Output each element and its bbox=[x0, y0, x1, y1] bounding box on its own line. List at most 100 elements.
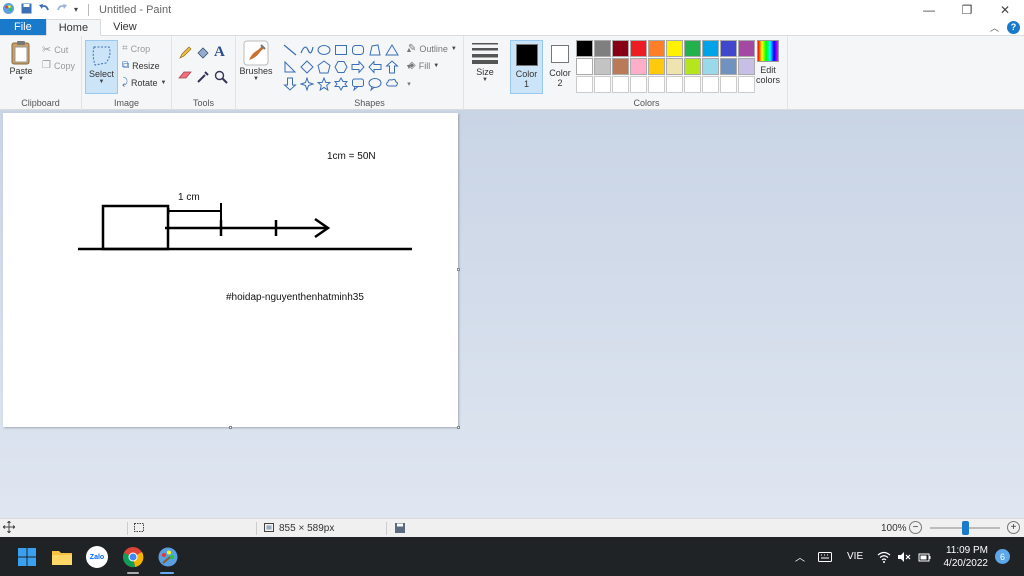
crop-button[interactable]: ⌗ Crop bbox=[122, 43, 150, 54]
palette-swatch[interactable] bbox=[594, 76, 611, 93]
palette-swatch[interactable] bbox=[666, 40, 683, 57]
zoom-out-button[interactable]: − bbox=[909, 521, 922, 534]
minimize-button[interactable]: — bbox=[910, 0, 948, 19]
color2-button[interactable]: Color 2 bbox=[546, 40, 574, 94]
redo-icon[interactable] bbox=[56, 3, 68, 17]
pencil-icon[interactable] bbox=[178, 46, 192, 60]
save-icon[interactable] bbox=[21, 3, 32, 17]
keyboard-icon[interactable] bbox=[818, 537, 832, 576]
help-icon[interactable]: ? bbox=[1007, 20, 1020, 34]
cloud-callout-shape-icon[interactable] bbox=[384, 76, 400, 92]
palette-swatch[interactable] bbox=[720, 76, 737, 93]
show-hidden-icons-chevron-icon[interactable]: ︿ bbox=[795, 537, 805, 576]
palette-swatch[interactable] bbox=[576, 76, 593, 93]
resize-handle-bottom[interactable] bbox=[229, 426, 232, 429]
battery-icon[interactable] bbox=[917, 537, 931, 576]
tab-file[interactable]: File bbox=[0, 19, 46, 35]
right-triangle-shape-icon[interactable] bbox=[282, 59, 298, 75]
palette-swatch[interactable] bbox=[684, 76, 701, 93]
palette-swatch[interactable] bbox=[612, 40, 629, 57]
palette-swatch[interactable] bbox=[630, 40, 647, 57]
palette-swatch[interactable] bbox=[648, 40, 665, 57]
left-arrow-shape-icon[interactable] bbox=[367, 59, 383, 75]
color1-button[interactable]: Color 1 bbox=[510, 40, 543, 94]
collapse-ribbon-chevron-icon[interactable]: ︿ bbox=[990, 21, 999, 34]
brushes-button[interactable]: Brushes ▼ bbox=[239, 40, 273, 82]
triangle-shape-icon[interactable] bbox=[384, 42, 400, 58]
polygon-shape-icon[interactable] bbox=[367, 42, 383, 58]
restore-button[interactable]: ❐ bbox=[948, 0, 986, 19]
resize-handle-right[interactable] bbox=[457, 268, 460, 271]
hexagon-shape-icon[interactable] bbox=[333, 59, 349, 75]
shapes-more-icon[interactable]: ▾ bbox=[401, 76, 417, 92]
paint-taskbar-icon[interactable] bbox=[155, 544, 181, 570]
rounded-rectangle-shape-icon[interactable] bbox=[350, 42, 366, 58]
palette-swatch[interactable] bbox=[648, 58, 665, 75]
oval-shape-icon[interactable] bbox=[316, 42, 332, 58]
diamond-shape-icon[interactable] bbox=[299, 59, 315, 75]
palette-swatch[interactable] bbox=[648, 76, 665, 93]
notifications-button[interactable]: 6 bbox=[995, 537, 1010, 576]
palette-swatch[interactable] bbox=[702, 58, 719, 75]
tab-view[interactable]: View bbox=[101, 19, 149, 35]
resize-handle-corner[interactable] bbox=[457, 426, 460, 429]
palette-swatch[interactable] bbox=[738, 76, 755, 93]
eraser-icon[interactable] bbox=[178, 70, 192, 82]
zoom-in-button[interactable]: + bbox=[1007, 521, 1020, 534]
fill-bucket-icon[interactable] bbox=[196, 46, 210, 60]
palette-swatch[interactable] bbox=[594, 40, 611, 57]
volume-muted-icon[interactable] bbox=[897, 537, 911, 576]
oval-callout-shape-icon[interactable] bbox=[367, 76, 383, 92]
customize-toolbar-chevron-icon[interactable]: ▾ bbox=[74, 5, 78, 14]
palette-swatch[interactable] bbox=[720, 40, 737, 57]
paint-app-icon[interactable] bbox=[2, 2, 15, 18]
up-arrow-shape-icon[interactable] bbox=[384, 59, 400, 75]
zalo-icon[interactable]: Zalo bbox=[84, 544, 110, 570]
color-picker-icon[interactable] bbox=[196, 70, 210, 84]
palette-swatch[interactable] bbox=[576, 40, 593, 57]
down-arrow-shape-icon[interactable] bbox=[282, 76, 298, 92]
palette-swatch[interactable] bbox=[594, 58, 611, 75]
rounded-callout-shape-icon[interactable] bbox=[350, 76, 366, 92]
palette-swatch[interactable] bbox=[702, 76, 719, 93]
palette-swatch[interactable] bbox=[684, 40, 701, 57]
resize-button[interactable]: ⧉ Resize bbox=[122, 60, 160, 71]
scroll-down-icon[interactable]: ▼ bbox=[401, 59, 417, 75]
palette-swatch[interactable] bbox=[666, 76, 683, 93]
palette-swatch[interactable] bbox=[738, 40, 755, 57]
palette-swatch[interactable] bbox=[630, 58, 647, 75]
select-button[interactable]: Select ▼ bbox=[85, 40, 118, 94]
scroll-up-icon[interactable]: ▲ bbox=[401, 42, 417, 58]
rectangle-shape-icon[interactable] bbox=[333, 42, 349, 58]
palette-swatch[interactable] bbox=[612, 58, 629, 75]
text-tool-icon[interactable]: A bbox=[214, 44, 225, 61]
pentagon-shape-icon[interactable] bbox=[316, 59, 332, 75]
palette-swatch[interactable] bbox=[576, 58, 593, 75]
tab-home[interactable]: Home bbox=[45, 19, 102, 36]
drawing-canvas[interactable]: 1cm = 50N 1 cm #hoidap-nguyenthenhatminh… bbox=[3, 113, 458, 427]
curve-shape-icon[interactable] bbox=[299, 42, 315, 58]
line-shape-icon[interactable] bbox=[282, 42, 298, 58]
file-explorer-icon[interactable] bbox=[49, 544, 75, 570]
zoom-slider-thumb[interactable] bbox=[962, 521, 969, 535]
copy-button[interactable]: ❐ Copy bbox=[42, 60, 75, 71]
paste-button[interactable]: Paste ▼ bbox=[6, 40, 36, 82]
palette-swatch[interactable] bbox=[630, 76, 647, 93]
palette-swatch[interactable] bbox=[702, 40, 719, 57]
palette-swatch[interactable] bbox=[666, 58, 683, 75]
size-button[interactable]: Size ▼ bbox=[468, 42, 502, 83]
windows-start-icon[interactable] bbox=[14, 544, 40, 570]
palette-swatch[interactable] bbox=[684, 58, 701, 75]
right-arrow-shape-icon[interactable] bbox=[350, 59, 366, 75]
palette-swatch[interactable] bbox=[738, 58, 755, 75]
six-point-star-shape-icon[interactable] bbox=[333, 76, 349, 92]
rotate-button[interactable]: ⤸ Rotate ▼ bbox=[122, 77, 166, 88]
close-button[interactable]: ✕ bbox=[986, 0, 1024, 19]
clock[interactable]: 11:09 PM 4/20/2022 bbox=[940, 537, 989, 576]
cut-button[interactable]: ✂ Cut bbox=[42, 43, 68, 56]
edit-colors-button[interactable]: Edit colors bbox=[752, 40, 784, 94]
magnifier-icon[interactable] bbox=[214, 70, 228, 84]
five-point-star-shape-icon[interactable] bbox=[316, 76, 332, 92]
four-point-star-shape-icon[interactable] bbox=[299, 76, 315, 92]
undo-icon[interactable] bbox=[38, 3, 50, 17]
